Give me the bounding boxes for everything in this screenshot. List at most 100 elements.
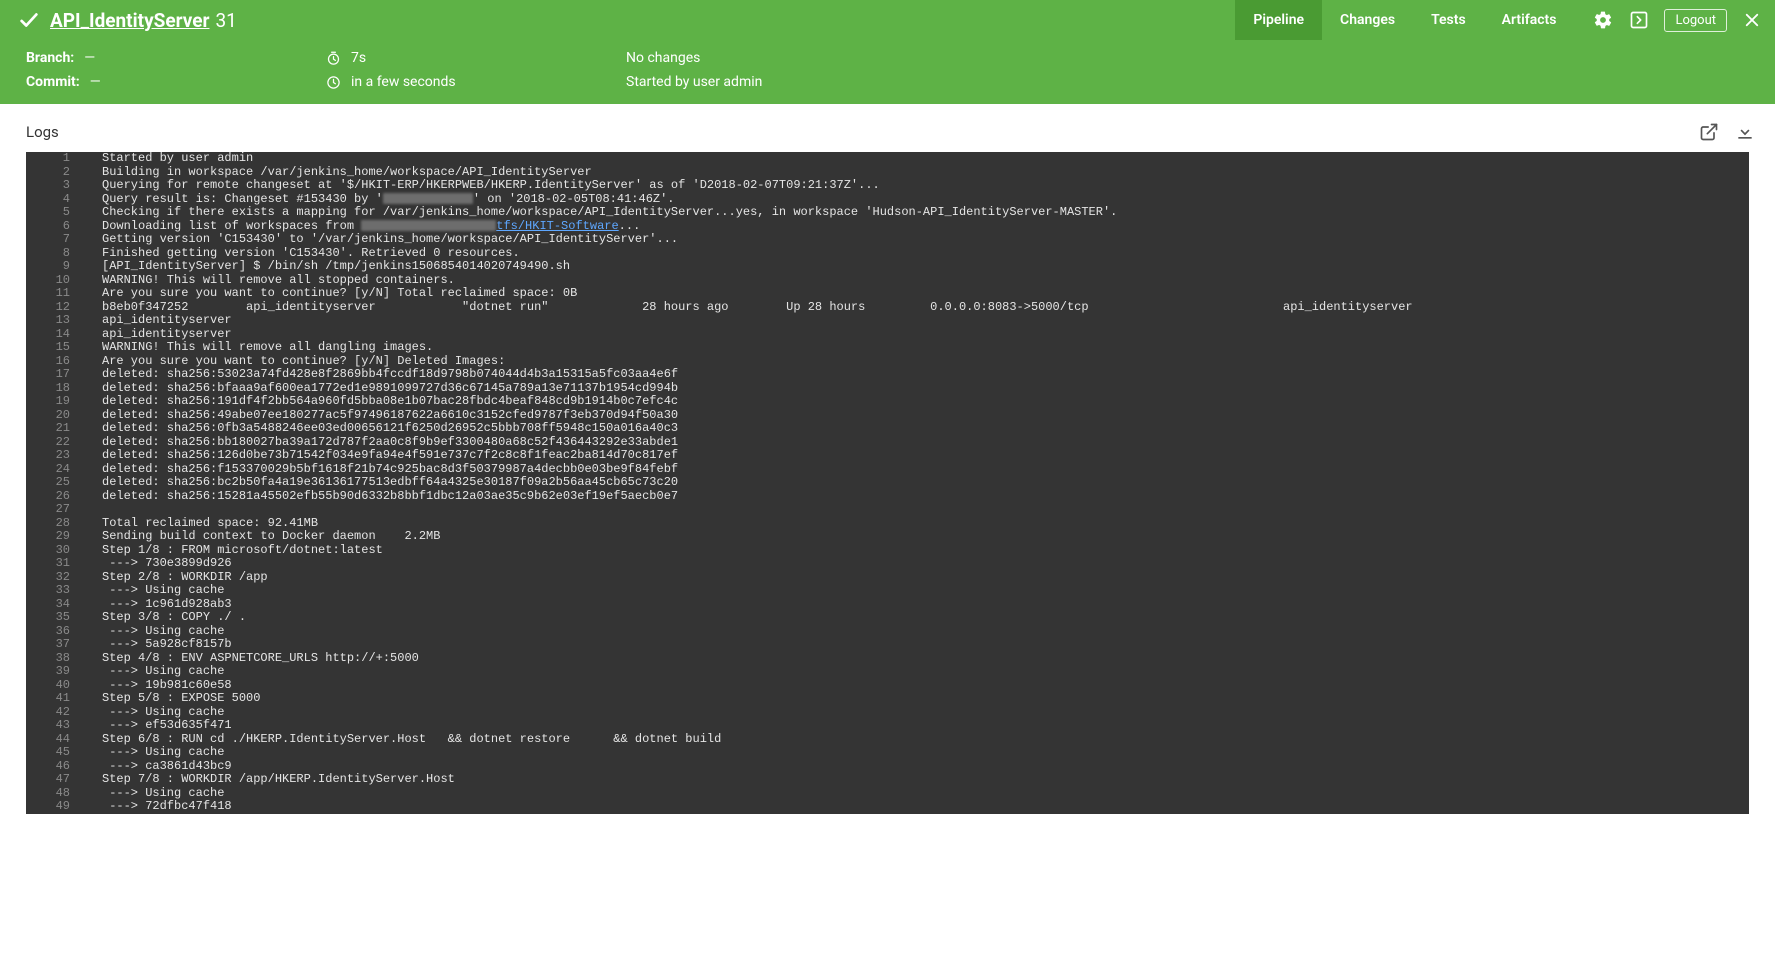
log-line-content: ---> ef53d635f471 [82,719,1749,733]
close-icon[interactable] [1741,9,1763,31]
log-line-content: deleted: sha256:53023a74fd428e8f2869bb4f… [82,368,1749,382]
log-line: 25deleted: sha256:bc2b50fa4a19e361361775… [26,476,1749,490]
log-line-content: Step 4/8 : ENV ASPNETCORE_URLS http://+:… [82,652,1749,666]
log-line-number: 42 [26,706,82,720]
log-line-number: 23 [26,449,82,463]
log-line-content: ---> Using cache [82,746,1749,760]
log-line-content: Step 7/8 : WORKDIR /app/HKERP.IdentitySe… [82,773,1749,787]
log-line-number: 30 [26,544,82,558]
log-line-content: Started by user admin [82,152,1749,166]
log-line: 34 ---> 1c961d928ab3 [26,598,1749,612]
log-line-number: 44 [26,733,82,747]
log-line: 3Querying for remote changeset at '$/HKI… [26,179,1749,193]
log-line: 5Checking if there exists a mapping for … [26,206,1749,220]
tab-tests[interactable]: Tests [1413,0,1484,40]
log-line: 42 ---> Using cache [26,706,1749,720]
logs-section-header: Logs [0,104,1775,152]
log-line-content: deleted: sha256:bb180027ba39a172d787f2aa… [82,436,1749,450]
log-line-number: 12 [26,301,82,315]
started-ago-value: in a few seconds [351,74,456,90]
log-line-number: 25 [26,476,82,490]
go-to-classic-icon[interactable] [1628,9,1650,31]
gear-icon[interactable] [1592,9,1614,31]
log-line-number: 37 [26,638,82,652]
redacted-text [383,193,473,204]
log-line: 23deleted: sha256:126d0be73b71542f034e9f… [26,449,1749,463]
log-line-number: 10 [26,274,82,288]
duration-value: 7s [351,50,366,66]
branch-value: — [84,50,95,66]
log-line-content: deleted: sha256:15281a45502efb55b90d6332… [82,490,1749,504]
log-line-content: Getting version 'C153430' to '/var/jenki… [82,233,1749,247]
header-actions: Logout [1592,9,1763,32]
tab-pipeline[interactable]: Pipeline [1235,0,1322,40]
tab-changes[interactable]: Changes [1322,0,1413,40]
log-line-number: 24 [26,463,82,477]
log-line-content: [API_IdentityServer] $ /bin/sh /tmp/jenk… [82,260,1749,274]
log-line-content: Step 1/8 : FROM microsoft/dotnet:latest [82,544,1749,558]
commit-value: — [90,74,101,90]
log-line-content: ---> 5a928cf8157b [82,638,1749,652]
log-line: 18deleted: sha256:bfaaa9af600ea1772ed1e9… [26,382,1749,396]
clock-icon [326,75,341,90]
log-line-content: Are you sure you want to continue? [y/N]… [82,287,1749,301]
commit-label: Commit: [26,74,80,90]
pipeline-title-link[interactable]: API_IdentityServer [50,9,209,32]
log-line-number: 17 [26,368,82,382]
log-line-content: Step 3/8 : COPY ./ . [82,611,1749,625]
log-line-number: 7 [26,233,82,247]
log-line-content: Step 6/8 : RUN cd ./HKERP.IdentityServer… [82,733,1749,747]
log-line: 4Query result is: Changeset #153430 by '… [26,193,1749,207]
log-line: 31 ---> 730e3899d926 [26,557,1749,571]
log-console[interactable]: 1Started by user admin2Building in works… [26,152,1749,814]
log-line-number: 19 [26,395,82,409]
log-line: 35Step 3/8 : COPY ./ . [26,611,1749,625]
log-line-content: ---> Using cache [82,625,1749,639]
status-success-icon [18,9,40,31]
log-line-content: Building in workspace /var/jenkins_home/… [82,166,1749,180]
open-external-icon[interactable] [1699,122,1719,142]
log-line: 12b8eb0f347252 api_identityserver "dotne… [26,301,1749,315]
log-line: 32Step 2/8 : WORKDIR /app [26,571,1749,585]
log-line-content: deleted: sha256:191df4f2bb564a960fd5bba0… [82,395,1749,409]
log-line-number: 4 [26,193,82,207]
log-line-number: 45 [26,746,82,760]
log-line-number: 41 [26,692,82,706]
log-line-number: 14 [26,328,82,342]
log-line: 8Finished getting version 'C153430'. Ret… [26,247,1749,261]
log-link[interactable]: tfs/HKIT-Software [496,219,618,233]
log-line-content: Step 5/8 : EXPOSE 5000 [82,692,1749,706]
download-icon[interactable] [1735,122,1755,142]
log-line-number: 35 [26,611,82,625]
log-line: 38Step 4/8 : ENV ASPNETCORE_URLS http://… [26,652,1749,666]
log-line-number: 27 [26,503,82,517]
log-line-number: 16 [26,355,82,369]
log-line: 17deleted: sha256:53023a74fd428e8f2869bb… [26,368,1749,382]
log-line: 48 ---> Using cache [26,787,1749,801]
log-line-number: 21 [26,422,82,436]
log-line: 49 ---> 72dfbc47f418 [26,800,1749,814]
log-line-number: 20 [26,409,82,423]
log-line-number: 6 [26,220,82,234]
log-line-content: Step 2/8 : WORKDIR /app [82,571,1749,585]
log-line-content: Are you sure you want to continue? [y/N]… [82,355,1749,369]
log-line: 22deleted: sha256:bb180027ba39a172d787f2… [26,436,1749,450]
log-line: 6Downloading list of workspaces from tfs… [26,220,1749,234]
log-line-content: deleted: sha256:0fb3a5488246ee03ed006561… [82,422,1749,436]
header-top-bar: API_IdentityServer 31 PipelineChangesTes… [0,0,1775,40]
log-line: 16Are you sure you want to continue? [y/… [26,355,1749,369]
log-line-number: 2 [26,166,82,180]
log-line: 43 ---> ef53d635f471 [26,719,1749,733]
log-line-content: deleted: sha256:bfaaa9af600ea1772ed1e989… [82,382,1749,396]
log-line: 19deleted: sha256:191df4f2bb564a960fd5bb… [26,395,1749,409]
log-line-number: 32 [26,571,82,585]
header-info: Branch: — Commit: — 7s in a few seconds [0,40,1775,104]
log-line: 7Getting version 'C153430' to '/var/jenk… [26,233,1749,247]
log-line-content: deleted: sha256:bc2b50fa4a19e36136177513… [82,476,1749,490]
log-line-number: 8 [26,247,82,261]
logout-button[interactable]: Logout [1664,9,1727,32]
log-line-content: ---> Using cache [82,665,1749,679]
tab-artifacts[interactable]: Artifacts [1484,0,1575,40]
log-line-number: 36 [26,625,82,639]
log-line-content: api_identityserver [82,314,1749,328]
